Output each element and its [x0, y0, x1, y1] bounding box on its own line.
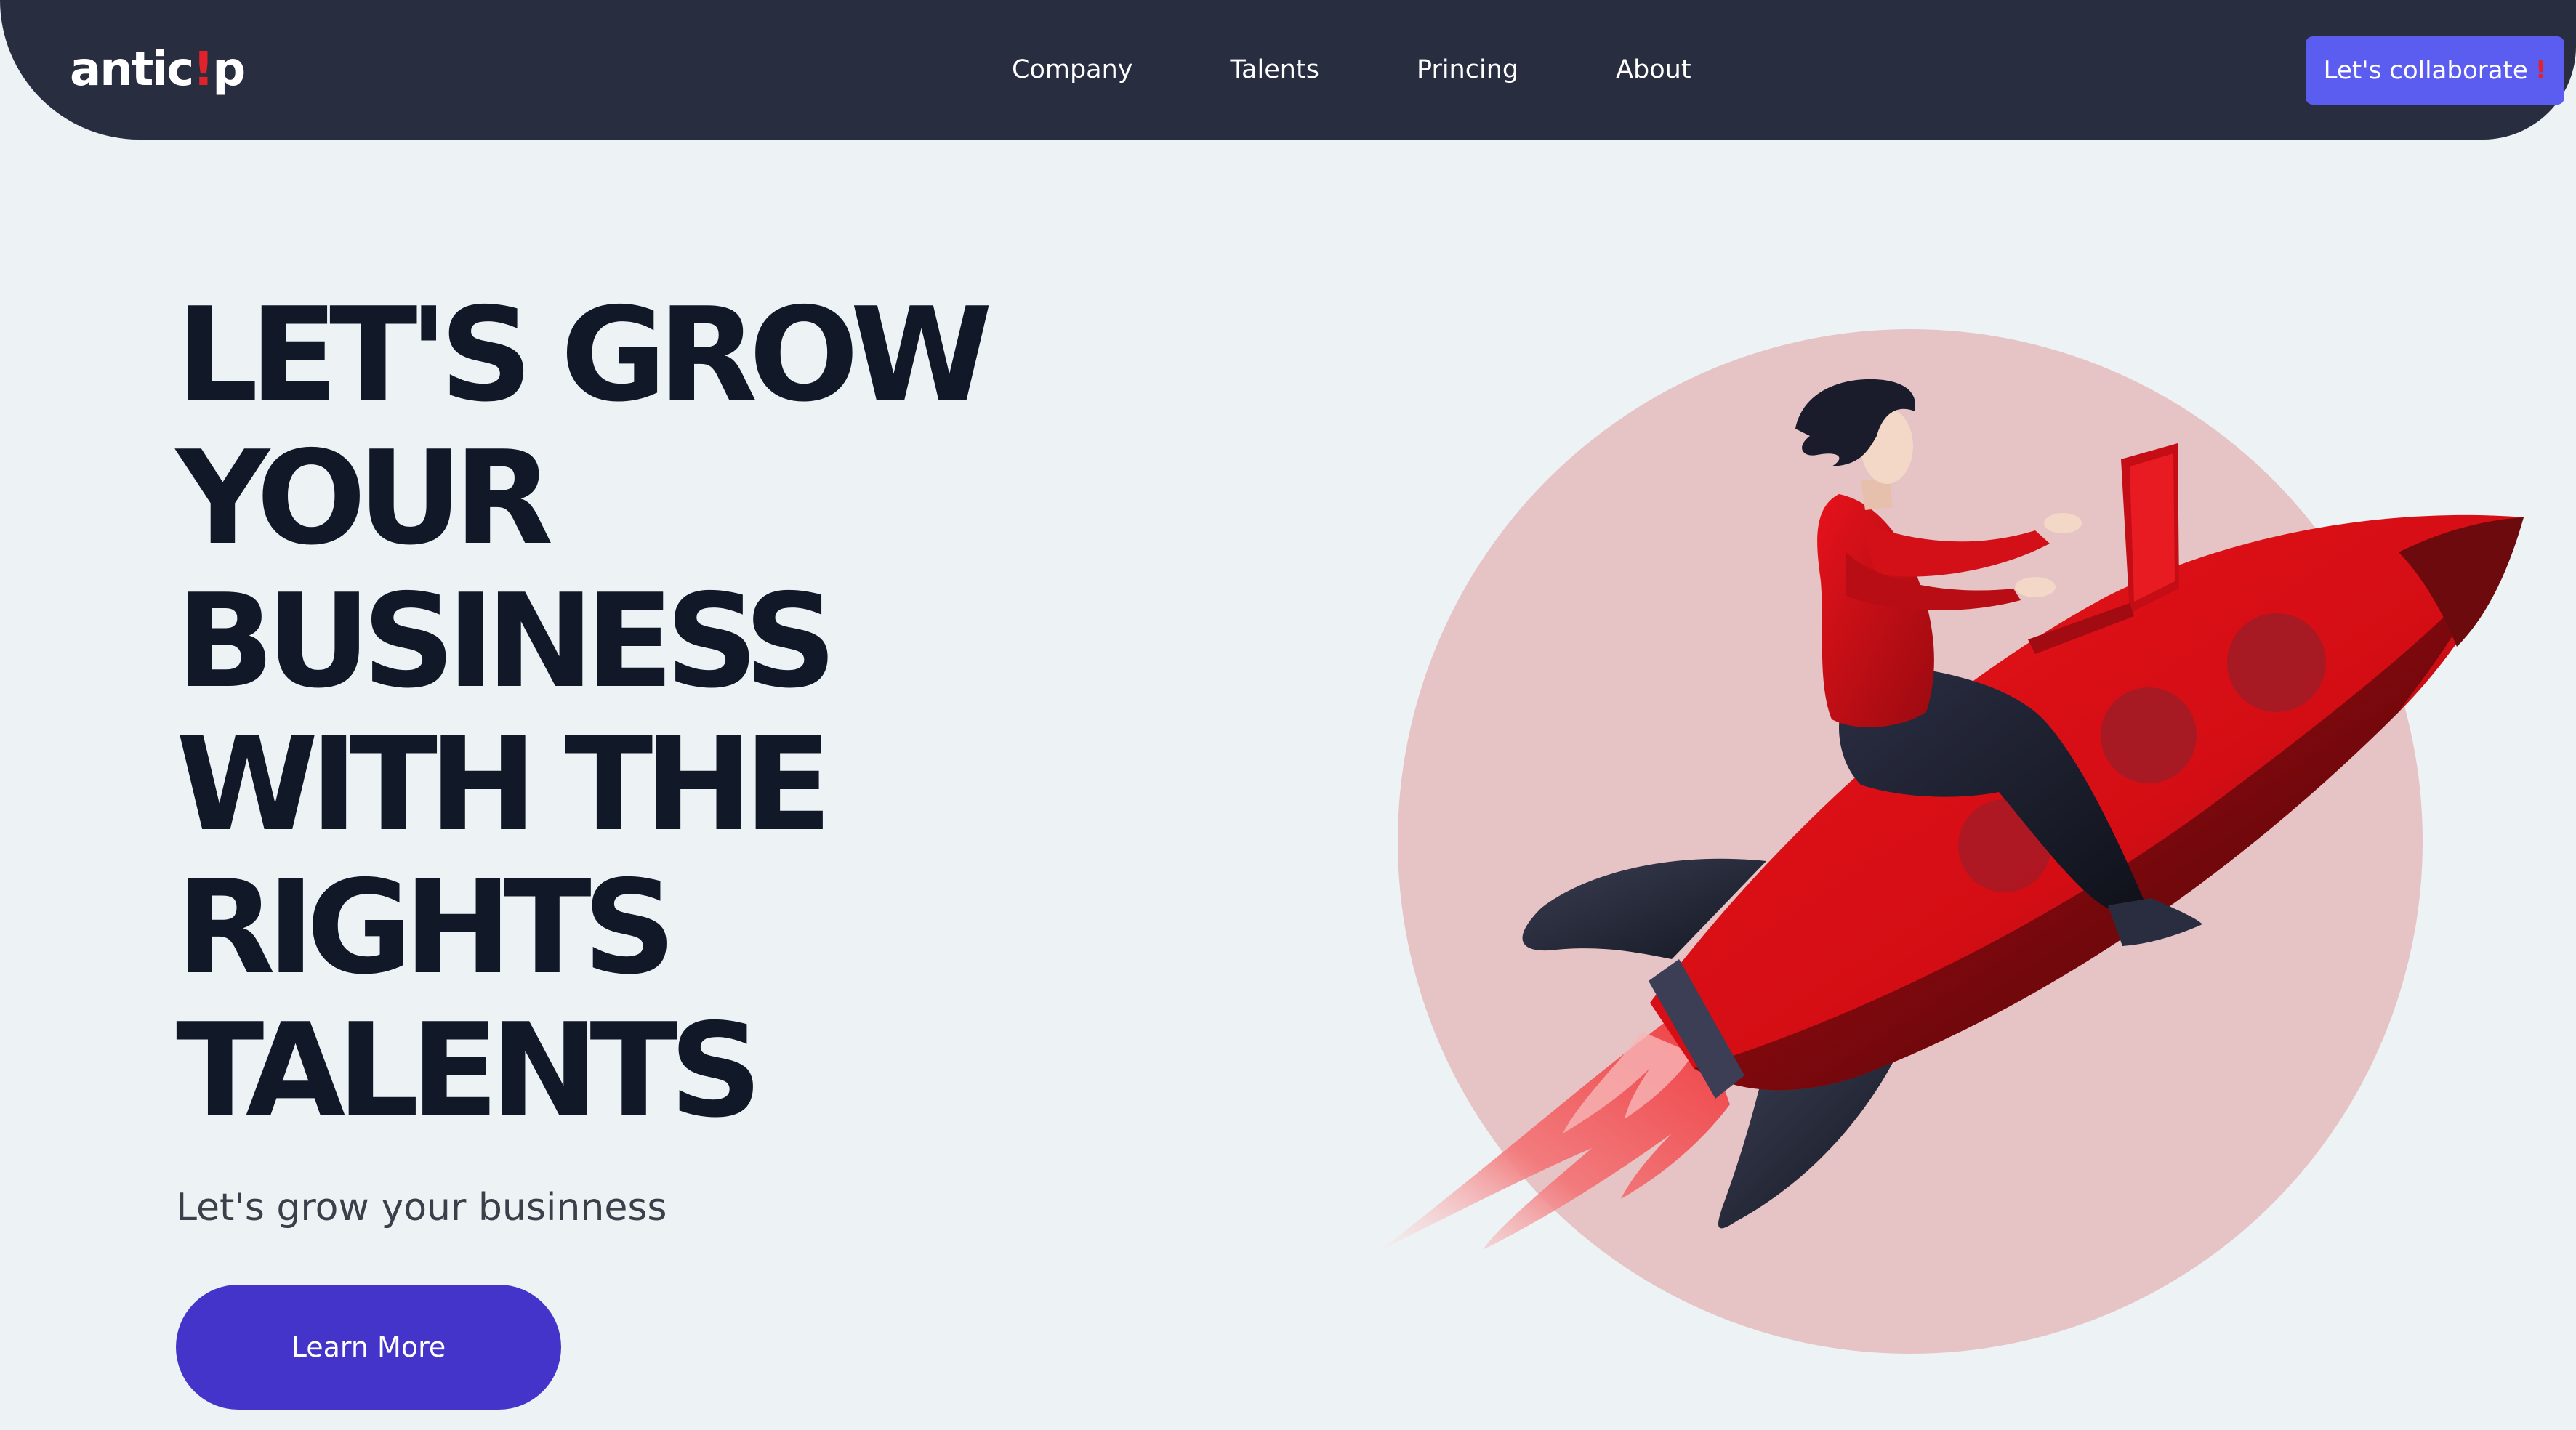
logo-text: antic: [70, 43, 194, 97]
hero-title-line: LET'S GROW: [176, 280, 993, 430]
hero-title-line: WITH THE: [176, 709, 832, 860]
main-nav: Company Talents Princing About: [1012, 47, 1691, 93]
rocket-window: [2101, 687, 2197, 783]
rocket-window: [2227, 613, 2326, 712]
hero-title-line: TALENTS: [176, 995, 762, 1146]
collaborate-button-label: Let's collaborate: [2323, 56, 2528, 85]
hero-title-line: BUSINESS: [176, 566, 837, 716]
logo[interactable]: antic! p: [70, 35, 246, 105]
collaborate-button[interactable]: Let's collaborate!: [2306, 36, 2564, 105]
nav-link-company[interactable]: Company: [1012, 55, 1133, 84]
navbar: antic! p Company Talents Princing About L…: [0, 0, 2576, 140]
learn-more-button[interactable]: Learn More: [176, 1285, 561, 1410]
collaborate-button-accent: !: [2535, 56, 2547, 85]
nav-link-talents[interactable]: Talents: [1231, 55, 1319, 84]
nav-link-about[interactable]: About: [1616, 55, 1691, 84]
logo-text-tail: p: [212, 43, 246, 97]
hero-title-line: RIGHTS: [176, 852, 676, 1003]
hero-title-line: YOUR: [176, 423, 553, 573]
nav-link-pricing[interactable]: Princing: [1417, 55, 1518, 84]
logo-accent: !: [193, 43, 214, 97]
rocket-rider-illustration: [1381, 329, 2524, 1354]
rider-hand: [2044, 513, 2082, 533]
hero-title: LET'S GROW YOUR BUSINESS WITH THE RIGHTS…: [176, 283, 1048, 1142]
rider-hand: [2015, 577, 2056, 597]
hero-subtitle: Let's grow your businness: [176, 1186, 667, 1229]
